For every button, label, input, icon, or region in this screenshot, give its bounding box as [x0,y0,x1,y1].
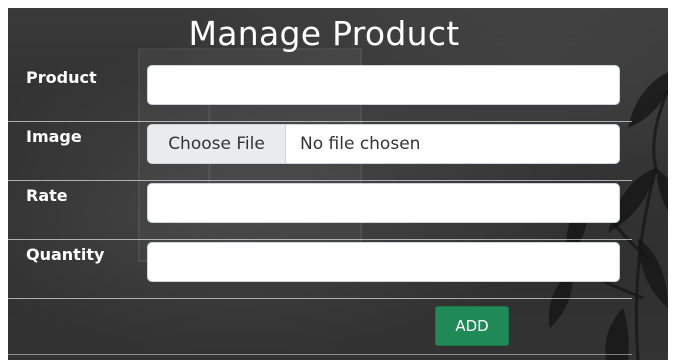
product-label: Product [26,68,97,87]
quantity-row: Quantity [8,239,632,299]
choose-file-button[interactable]: Choose File [148,125,286,163]
file-status-text: No file chosen [300,134,421,154]
add-button[interactable]: ADD [435,306,509,346]
rate-row: Rate [8,180,632,240]
product-row: Product [8,62,632,122]
image-row: Image Choose File No file chosen [8,121,632,181]
image-label: Image [26,127,82,146]
rate-input[interactable] [147,183,620,223]
page-title: Manage Product [188,14,460,53]
product-input[interactable] [147,65,620,105]
bottom-divider [8,354,632,355]
page: Manage Product Product Image Choose File… [0,0,682,362]
quantity-input[interactable] [147,242,620,282]
image-file-input[interactable]: Choose File No file chosen [147,124,620,164]
rate-label: Rate [26,186,68,205]
quantity-label: Quantity [26,245,105,264]
manage-product-panel: Manage Product Product Image Choose File… [8,8,668,360]
